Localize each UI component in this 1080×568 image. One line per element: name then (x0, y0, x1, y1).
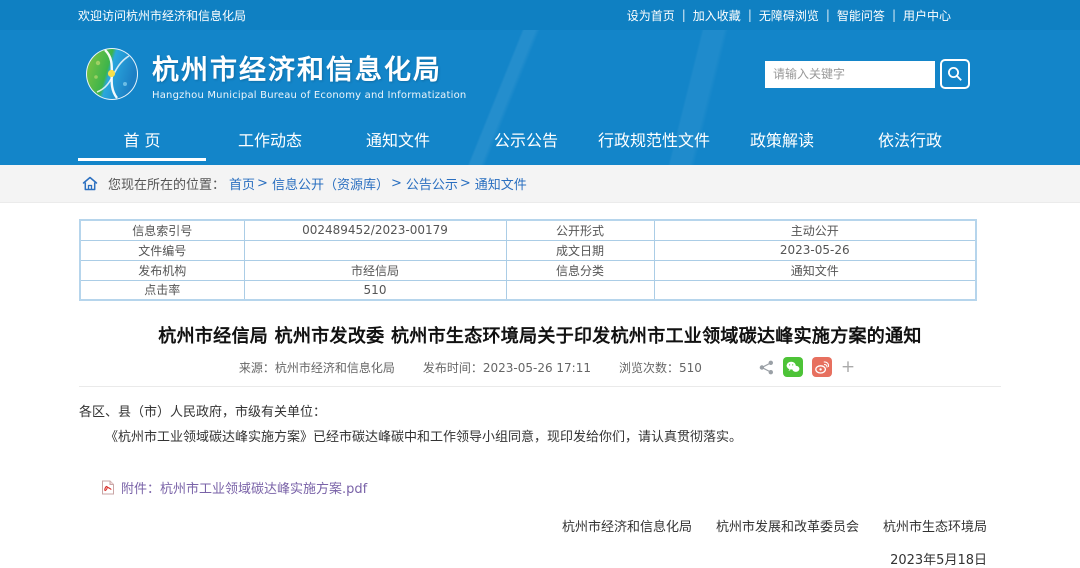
site-name: 杭州市经济和信息化局 (152, 48, 466, 87)
wechat-share-icon[interactable] (783, 357, 803, 377)
document-info-table: 信息索引号 002489452/2023-00179 公开形式 主动公开 文件编… (79, 219, 977, 301)
breadcrumb-separator: > (460, 176, 471, 191)
signature-date: 2023年5月18日 (79, 549, 1001, 568)
salutation-paragraph: 各区、县（市）人民政府，市级有关单位： (79, 400, 1001, 425)
doc-number-value (244, 240, 506, 260)
nav-item-policy-interpretation[interactable]: 政策解读 (718, 118, 846, 165)
written-date-label: 成文日期 (506, 240, 654, 260)
more-share-plus-icon[interactable]: + (841, 359, 855, 376)
article-view-count: 浏览次数：510 (619, 359, 702, 376)
breadcrumb-link-announcements[interactable]: 公告公示 (406, 174, 458, 193)
set-homepage-link[interactable]: 设为首页 (620, 7, 682, 24)
nav-label: 依法行政 (878, 131, 942, 150)
nav-item-work-news[interactable]: 工作动态 (206, 118, 334, 165)
article-publish-time: 发布时间：2023-05-26 17:11 (423, 359, 591, 376)
nav-label: 公示公告 (494, 131, 558, 150)
site-search (765, 59, 970, 89)
agency-name: 杭州市发展和改革委员会 (716, 516, 859, 535)
info-index-value: 002489452/2023-00179 (244, 220, 506, 240)
empty-cell (506, 280, 654, 300)
attachment-filename: 附件：杭州市工业领域碳达峰实施方案.pdf (121, 478, 367, 497)
issuing-agency-label: 发布机构 (80, 260, 244, 280)
empty-cell (654, 280, 976, 300)
info-category-value: 通知文件 (654, 260, 976, 280)
nav-label: 行政规范性文件 (598, 131, 710, 150)
nav-item-law-based-admin[interactable]: 依法行政 (846, 118, 974, 165)
search-input[interactable] (765, 61, 935, 88)
breadcrumb-prefix: 您现在所在的位置： (108, 174, 225, 193)
home-icon (82, 176, 98, 191)
nav-item-regulatory-documents[interactable]: 行政规范性文件 (590, 118, 718, 165)
attachment-link[interactable]: 附件：杭州市工业领域碳达峰实施方案.pdf (101, 478, 367, 497)
nav-label: 政策解读 (750, 131, 814, 150)
table-row: 发布机构 市经信局 信息分类 通知文件 (80, 260, 976, 280)
site-title: 杭州市经济和信息化局 Hangzhou Municipal Bureau of … (152, 48, 466, 101)
top-utility-bar: 欢迎访问杭州市经济和信息化局 设为首页 | 加入收藏 | 无障碍浏览 | 智能问… (0, 0, 1080, 30)
bureau-logo-icon (85, 47, 139, 101)
breadcrumb-link-home[interactable]: 首页 (229, 174, 255, 193)
breadcrumb: 您现在所在的位置： 首页> 信息公开（资源库）> 公告公示> 通知文件 (0, 165, 1080, 203)
agency-name: 杭州市经济和信息化局 (562, 516, 692, 535)
main-nav: 首 页 工作动态 通知文件 公示公告 行政规范性文件 政策解读 依法行政 (78, 118, 974, 165)
article-source: 来源：杭州市经济和信息化局 (239, 359, 395, 376)
hit-rate-value: 510 (244, 280, 506, 300)
agency-name: 杭州市生态环境局 (883, 516, 987, 535)
signature-agencies: 杭州市经济和信息化局 杭州市发展和改革委员会 杭州市生态环境局 (79, 516, 1001, 535)
doc-number-label: 文件编号 (80, 240, 244, 260)
article-meta: 来源：杭州市经济和信息化局 发布时间：2023-05-26 17:11 浏览次数… (79, 357, 1001, 387)
nav-item-notice-documents[interactable]: 通知文件 (334, 118, 462, 165)
topbar-links: 设为首页 | 加入收藏 | 无障碍浏览 | 智能问答 | 用户中心 (620, 7, 958, 24)
article-body: 各区、县（市）人民政府，市级有关单位： 《杭州市工业领域碳达峰实施方案》已经市碳… (79, 400, 1001, 451)
table-row: 点击率 510 (80, 280, 976, 300)
breadcrumb-link-info-disclosure[interactable]: 信息公开（资源库） (272, 174, 389, 193)
table-row: 文件编号 成文日期 2023-05-26 (80, 240, 976, 260)
smart-qa-link[interactable]: 智能问答 (830, 7, 892, 24)
disclosure-form-value: 主动公开 (654, 220, 976, 240)
nav-label: 首 页 (123, 131, 160, 150)
share-bar: + (750, 357, 855, 377)
weibo-share-icon[interactable] (812, 357, 832, 377)
welcome-text: 欢迎访问杭州市经济和信息化局 (78, 7, 246, 24)
nav-item-home[interactable]: 首 页 (78, 118, 206, 165)
user-center-link[interactable]: 用户中心 (896, 7, 958, 24)
table-row: 信息索引号 002489452/2023-00179 公开形式 主动公开 (80, 220, 976, 240)
site-header: 杭州市经济和信息化局 Hangzhou Municipal Bureau of … (0, 30, 1080, 118)
share-icon[interactable] (759, 360, 774, 375)
info-index-label: 信息索引号 (80, 220, 244, 240)
nav-label: 通知文件 (366, 131, 430, 150)
article-title: 杭州市经信局 杭州市发改委 杭州市生态环境局关于印发杭州市工业领域碳达峰实施方案… (79, 322, 1001, 348)
main-content: 信息索引号 002489452/2023-00179 公开形式 主动公开 文件编… (79, 203, 1001, 568)
nav-label: 工作动态 (238, 131, 302, 150)
disclosure-form-label: 公开形式 (506, 220, 654, 240)
breadcrumb-link-notices[interactable]: 通知文件 (475, 174, 527, 193)
pdf-icon (101, 480, 115, 495)
hit-rate-label: 点击率 (80, 280, 244, 300)
search-icon (947, 66, 963, 82)
info-category-label: 信息分类 (506, 260, 654, 280)
search-button[interactable] (940, 59, 970, 89)
accessibility-link[interactable]: 无障碍浏览 (752, 7, 826, 24)
breadcrumb-separator: > (391, 176, 402, 191)
site-banner: 杭州市经济和信息化局 Hangzhou Municipal Bureau of … (0, 30, 1080, 165)
site-name-english: Hangzhou Municipal Bureau of Economy and… (152, 90, 466, 101)
breadcrumb-separator: > (257, 176, 268, 191)
add-favorite-link[interactable]: 加入收藏 (686, 7, 748, 24)
written-date-value: 2023-05-26 (654, 240, 976, 260)
nav-item-public-announcements[interactable]: 公示公告 (462, 118, 590, 165)
body-paragraph: 《杭州市工业领域碳达峰实施方案》已经市碳达峰碳中和工作领导小组同意，现印发给你们… (79, 425, 1001, 450)
issuing-agency-value: 市经信局 (244, 260, 506, 280)
